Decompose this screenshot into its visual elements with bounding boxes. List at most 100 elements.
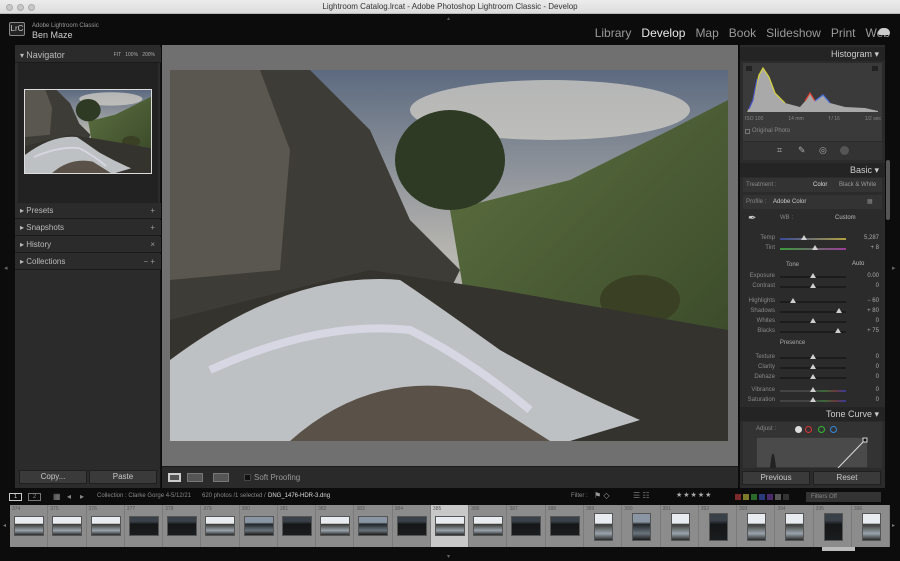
panel-snapshots[interactable]: ▸ Snapshots +: [15, 220, 161, 236]
panel-action-button[interactable]: +: [150, 203, 155, 219]
panel-presets[interactable]: ▸ Presets +: [15, 203, 161, 219]
navigator-header[interactable]: ▾ Navigator FIT 100% 200%: [15, 47, 161, 63]
slider-thumb[interactable]: [810, 354, 816, 359]
slider-thumb[interactable]: [810, 374, 816, 379]
filmstrip-thumbnail[interactable]: 384: [393, 505, 431, 547]
original-photo-checkbox[interactable]: [745, 129, 750, 134]
slider-temp[interactable]: Temp 5,287: [740, 233, 885, 243]
healing-icon[interactable]: ✎: [798, 145, 806, 156]
color-label-swatch[interactable]: [767, 494, 773, 500]
basic-header[interactable]: Basic ▾: [740, 163, 885, 177]
flag-filter-icon[interactable]: ⚑ ◇: [594, 491, 610, 500]
zoom-200[interactable]: 200%: [142, 52, 155, 58]
before-after-button[interactable]: [187, 473, 203, 482]
slider-highlights[interactable]: Highlights − 60: [740, 296, 885, 306]
treatment-color[interactable]: Color: [813, 178, 827, 192]
color-label-swatch[interactable]: [751, 494, 757, 500]
wb-dropdown[interactable]: Custom: [835, 215, 856, 221]
red-eye-icon[interactable]: ◎: [819, 145, 827, 156]
slider-saturation[interactable]: Saturation 0: [740, 395, 885, 405]
slider-tint[interactable]: Tint + 8: [740, 243, 885, 253]
slider-track[interactable]: [780, 328, 846, 333]
main-photo[interactable]: [170, 70, 728, 441]
filmstrip-scroll-right[interactable]: ▸: [892, 522, 895, 529]
cloud-icon[interactable]: [878, 28, 890, 35]
eyedropper-icon[interactable]: ✒: [748, 213, 756, 224]
slider-track[interactable]: [780, 374, 846, 379]
slider-value[interactable]: 5,287: [864, 233, 879, 243]
color-label-swatch[interactable]: [735, 494, 741, 500]
selected-filename[interactable]: DNG_1476-HDR-3.dng: [268, 493, 330, 499]
slider-vibrance[interactable]: Vibrance 0: [740, 385, 885, 395]
slider-track[interactable]: [780, 283, 846, 288]
slider-track[interactable]: [780, 354, 846, 359]
slider-value[interactable]: 0: [876, 281, 879, 291]
module-develop[interactable]: Develop: [641, 26, 685, 40]
panel-history[interactable]: ▸ History ×: [15, 237, 161, 253]
slider-thumb[interactable]: [810, 318, 816, 323]
zoom-100[interactable]: 100%: [125, 52, 138, 58]
filmstrip-thumbnail[interactable]: 393: [737, 505, 776, 547]
filmstrip-thumbnail[interactable]: 392: [699, 505, 738, 547]
histogram-header[interactable]: Histogram ▾: [740, 47, 885, 61]
module-print[interactable]: Print: [831, 26, 856, 40]
slider-track[interactable]: [780, 387, 846, 392]
curve-red-channel[interactable]: [805, 426, 812, 433]
filmstrip-thumbnail[interactable]: 380: [240, 505, 278, 547]
before-after-swap-button[interactable]: [213, 473, 229, 482]
filmstrip-thumbnail[interactable]: 376: [87, 505, 125, 547]
masking-icon[interactable]: [840, 146, 849, 155]
slider-track[interactable]: [780, 397, 846, 402]
slider-value[interactable]: 0: [876, 362, 879, 372]
loupe-view-button[interactable]: [168, 473, 181, 482]
filter-preset-dropdown[interactable]: Filters Off: [806, 492, 881, 502]
panel-action-button[interactable]: +: [150, 220, 155, 236]
edit-filter-icon[interactable]: ☰ ☷: [633, 491, 650, 500]
slider-track[interactable]: [780, 308, 846, 313]
slider-value[interactable]: + 75: [867, 326, 879, 336]
curve-blue-channel[interactable]: [830, 426, 837, 433]
bottom-panel-toggle[interactable]: ▾: [447, 553, 450, 560]
slider-dehaze[interactable]: Dehaze 0: [740, 372, 885, 382]
slider-value[interactable]: − 60: [867, 296, 879, 306]
slider-value[interactable]: 0: [876, 316, 879, 326]
slider-thumb[interactable]: [834, 328, 841, 333]
filmstrip-thumbnail[interactable]: 396: [852, 505, 891, 547]
slider-track[interactable]: [780, 245, 846, 250]
right-panel-scrollbar[interactable]: [886, 160, 890, 220]
slider-thumb[interactable]: [810, 364, 816, 369]
back-arrow-icon[interactable]: ◂: [67, 492, 71, 501]
slider-thumb[interactable]: [810, 387, 816, 392]
filmstrip-thumbnail[interactable]: 383: [354, 505, 393, 547]
slider-value[interactable]: 0.00: [867, 271, 879, 281]
filmstrip-thumbnail[interactable]: 388: [546, 505, 584, 547]
filmstrip-thumbnail[interactable]: 381: [278, 505, 317, 547]
slider-track[interactable]: [780, 318, 846, 323]
collection-source[interactable]: Collection : Clarke Gorge 4-5/12/21: [97, 493, 191, 499]
primary-window-button[interactable]: 1: [9, 493, 22, 501]
filmstrip-scrollbar[interactable]: [822, 547, 855, 551]
left-panel-toggle[interactable]: ◂: [4, 264, 8, 272]
filmstrip-scroll-left[interactable]: ◂: [3, 522, 6, 529]
slider-exposure[interactable]: Exposure 0.00: [740, 271, 885, 281]
curve-rgb-channel[interactable]: [795, 426, 802, 433]
slider-texture[interactable]: Texture 0: [740, 352, 885, 362]
color-label-swatch[interactable]: [743, 494, 749, 500]
module-map[interactable]: Map: [695, 26, 718, 40]
slider-value[interactable]: 0: [876, 352, 879, 362]
slider-track[interactable]: [780, 235, 846, 240]
module-slideshow[interactable]: Slideshow: [766, 26, 821, 40]
slider-value[interactable]: 0: [876, 385, 879, 395]
slider-value[interactable]: 0: [876, 372, 879, 382]
slider-thumb[interactable]: [836, 308, 843, 313]
slider-track[interactable]: [780, 298, 846, 303]
slider-thumb[interactable]: [810, 273, 816, 278]
filmstrip-thumbnail[interactable]: 387: [507, 505, 546, 547]
filmstrip-thumbnail[interactable]: 377: [125, 505, 164, 547]
histogram-chart[interactable]: [745, 65, 880, 113]
tone-curve-graph[interactable]: [756, 437, 868, 468]
star-rating-filter[interactable]: ★★★★★: [676, 491, 712, 499]
filmstrip-thumbnail[interactable]: 395: [814, 505, 852, 547]
top-panel-toggle[interactable]: ▴: [447, 15, 450, 22]
slider-value[interactable]: + 80: [867, 306, 879, 316]
